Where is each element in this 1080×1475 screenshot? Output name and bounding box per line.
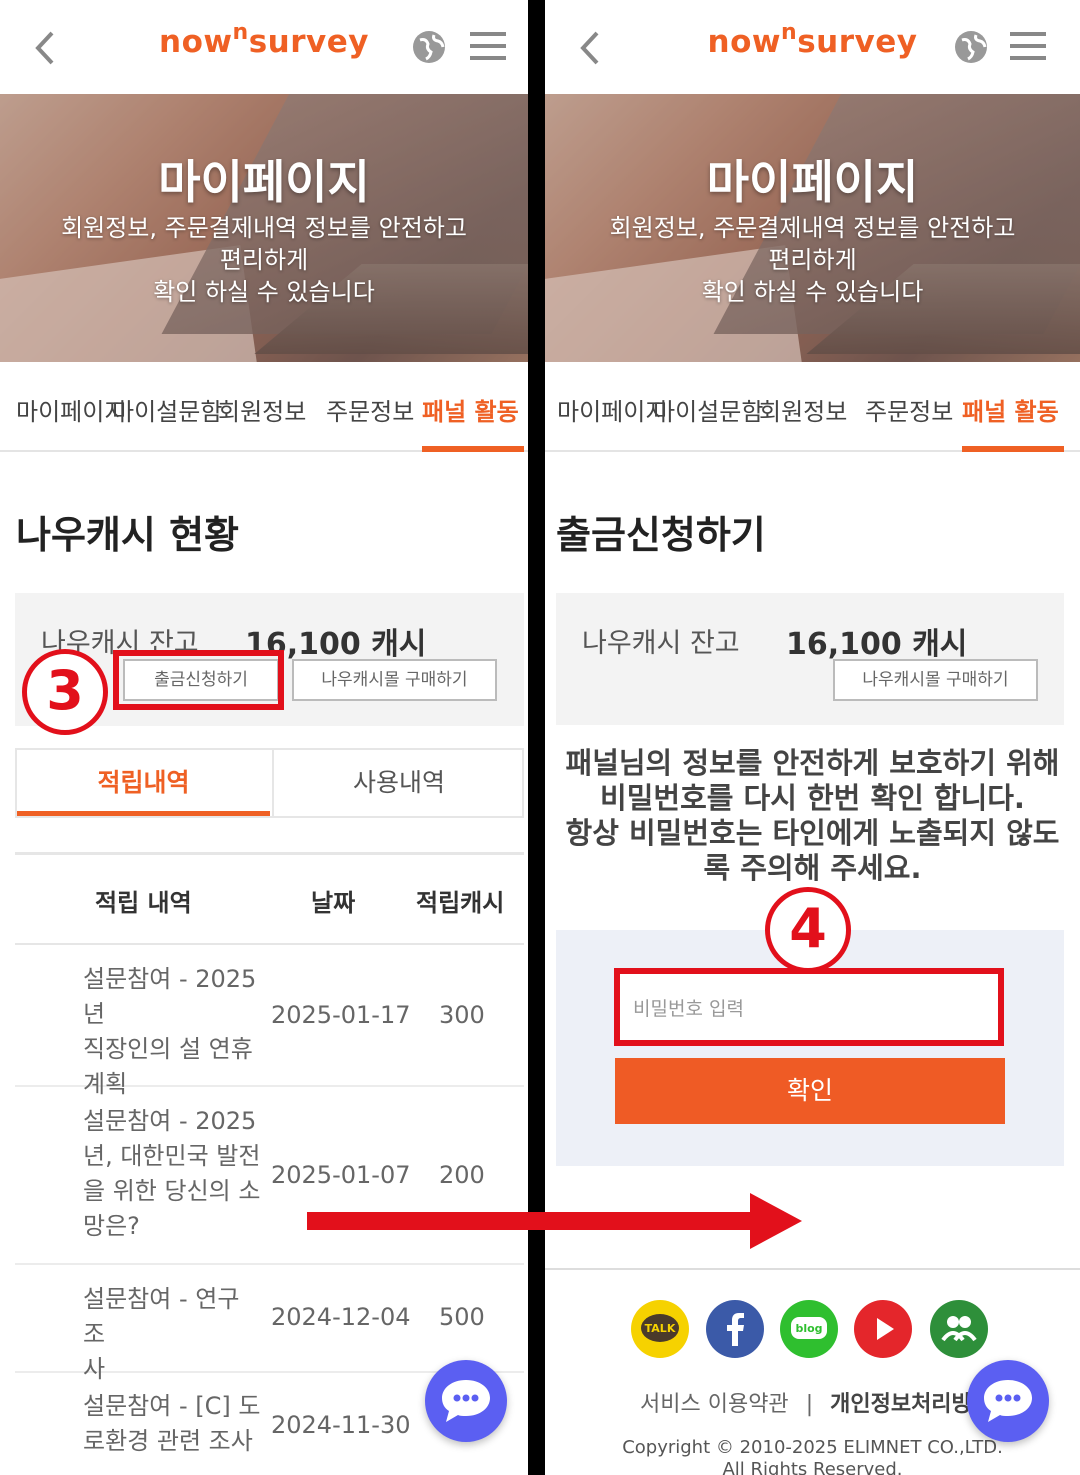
balance-label: 나우캐시 잔고 [582,628,740,659]
balance-value: 16,100 캐시 [786,627,968,662]
row-description: 설문참여 - 연구 조사 [83,1285,240,1383]
terms-link[interactable]: 서비스 이용약관 [640,1392,789,1417]
footer-links: 서비스 이용약관 | 개인정보처리방침 [640,1386,992,1418]
row-amount: 300 [439,1001,485,1029]
column-header-desc: 적립 내역 [95,889,192,917]
hero-subtitle: 회원정보, 주문결제내역 정보를 안전하고 편리하게 확인 하실 수 있습니다 [609,214,1016,306]
footer-separator: | [805,1392,814,1417]
hero-banner: 마이페이지 회원정보, 주문결제내역 정보를 안전하고 편리하게 확인 하실 수 있… [0,94,528,362]
nav-item-mypage[interactable]: 마이페이지 [557,392,667,427]
nav-item-my-surveys[interactable]: 마이설문함 [112,392,222,427]
annotation-step-number: 4 [765,887,851,973]
row-date: 2025-01-07 [271,1161,411,1189]
row-date: 2025-01-17 [271,1001,411,1029]
table-row: 설문참여 - 2025년 직장인의 설 연휴 계획 2025-01-17 300 [15,945,524,1098]
tab-earn-history[interactable]: 적립내역 [17,750,270,816]
table-row: 설문참여 - 연구 조사 2024-12-04 500 [15,1265,524,1383]
sub-navigation: 마이페이지 마이설문함 회원정보 주문정보 패널 활동 [545,362,1080,452]
row-amount: 200 [439,1161,485,1189]
nav-item-mypage[interactable]: 마이페이지 [16,392,126,427]
row-date: 2024-11-30 [271,1411,411,1439]
nav-active-underline [962,446,1064,452]
nav-item-order-info[interactable]: 주문정보 [326,392,414,427]
nav-active-underline [422,446,524,452]
annotation-highlight-box [614,968,1004,1046]
logo[interactable]: nownsurvey [545,20,1080,60]
svg-text:blog: blog [795,1322,822,1335]
transition-arrow-icon [307,1193,802,1249]
facebook-icon[interactable] [706,1300,764,1358]
annotation-highlight-box [113,650,284,710]
chat-button[interactable] [967,1360,1049,1442]
chat-button[interactable] [425,1360,507,1442]
nav-item-member-info[interactable]: 회원정보 [218,392,306,427]
nav-item-panel-activity[interactable]: 패널 활동 [962,392,1059,427]
chat-bubble-icon [442,1380,490,1422]
tab-use-history[interactable]: 사용내역 [272,750,524,816]
nav-item-panel-activity[interactable]: 패널 활동 [422,392,519,427]
chat-bubble-icon [984,1380,1032,1422]
blog-icon[interactable]: blog [780,1300,838,1358]
svg-text:TALK: TALK [645,1322,676,1335]
copyright: Copyright © 2010-2025 ELIMNET CO.,LTD. Al… [622,1437,1003,1475]
community-icon[interactable] [930,1300,988,1358]
page-title: 나우캐시 현황 [16,513,239,557]
hero-title: 마이페이지 [158,155,370,209]
confirm-button[interactable]: 확인 [615,1058,1005,1124]
table-header: 적립 내역 날짜 적립캐시 [15,852,524,945]
cashmall-button[interactable]: 나우캐시몰 구매하기 [833,659,1038,701]
globe-icon[interactable] [954,30,988,64]
hero-subtitle: 회원정보, 주문결제내역 정보를 안전하고 편리하게 확인 하실 수 있습니다 [61,214,467,306]
password-notice: 패널님의 정보를 안전하게 보호하기 위해 비밀번호를 다시 한번 확인 합니다.… [565,746,1060,885]
sub-navigation: 마이페이지 마이설문함 회원정보 주문정보 패널 활동 [0,362,528,452]
row-description: 설문참여 - 2025년 직장인의 설 연휴 계획 [83,965,257,1098]
column-header-amount: 적립캐시 [416,889,505,917]
nav-item-member-info[interactable]: 회원정보 [759,392,847,427]
cashmall-button[interactable]: 나우캐시몰 구매하기 [292,659,497,701]
kakaotalk-icon[interactable]: TALK [631,1300,689,1358]
footer-divider [545,1268,1080,1270]
top-bar: nownsurvey [545,0,1080,94]
row-amount: 500 [439,1303,485,1331]
logo[interactable]: nownsurvey [0,20,528,60]
annotation-step-number: 3 [22,649,108,735]
row-description: 설문참여 - [C] 도 로환경 관련 조사 [83,1392,261,1455]
hero-title: 마이페이지 [706,155,919,209]
history-tabs: 적립내역 사용내역 [15,748,524,818]
row-date: 2024-12-04 [271,1303,411,1331]
globe-icon[interactable] [412,30,446,64]
top-bar: nownsurvey [0,0,528,94]
page-title: 출금신청하기 [556,513,766,557]
hamburger-menu-icon[interactable] [468,28,508,64]
nav-item-order-info[interactable]: 주문정보 [865,392,953,427]
nav-item-my-surveys[interactable]: 마이설문함 [653,392,763,427]
column-header-date: 날짜 [311,889,356,917]
balance-box: 나우캐시 잔고 16,100 캐시 나우캐시몰 구매하기 [556,593,1064,725]
right-screen: nownsurvey 마이페이지 회원정보, 주문결제내역 정보를 안전하고 편리… [545,0,1080,1475]
hamburger-menu-icon[interactable] [1008,28,1048,64]
youtube-icon[interactable] [854,1300,912,1358]
left-screen: nownsurvey 마이페이지 회원정보, 주문결제내역 정보를 안전하고 편리… [0,0,528,1475]
row-description: 설문참여 - 2025 년, 대한민국 발전 을 위한 당신의 소 망은? [83,1107,261,1240]
hero-banner: 마이페이지 회원정보, 주문결제내역 정보를 안전하고 편리하게 확인 하실 수 있… [545,94,1080,362]
